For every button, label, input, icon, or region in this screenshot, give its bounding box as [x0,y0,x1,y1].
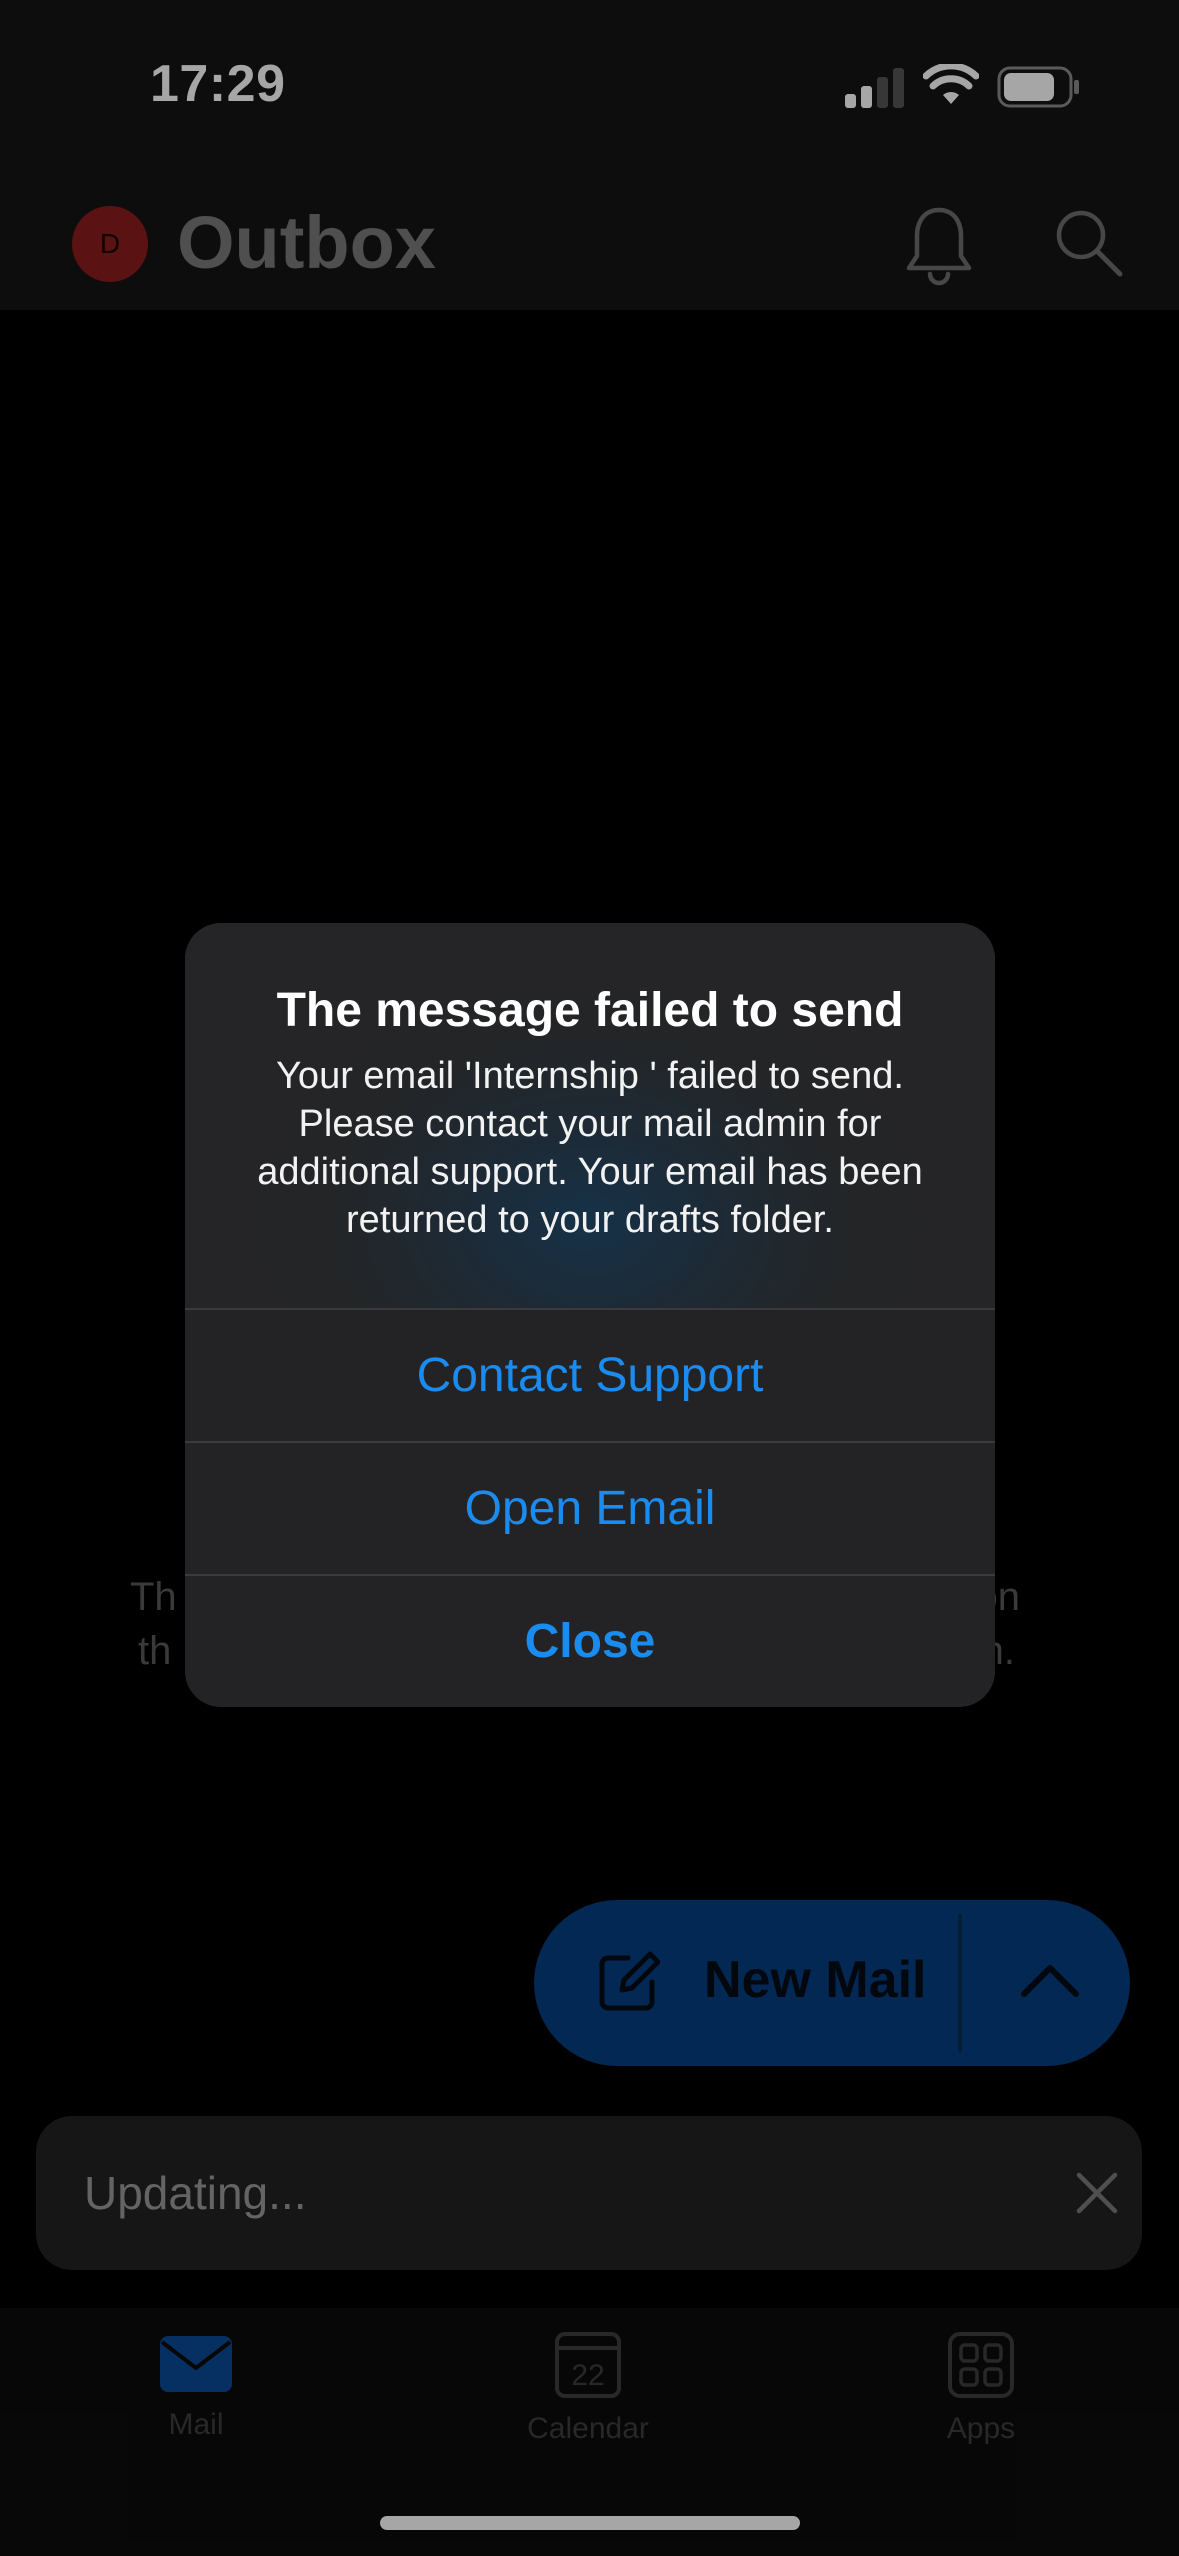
alert-title: The message failed to send [276,984,904,1037]
alert-message: Your email 'Internship ' failed to send.… [257,1055,923,1241]
close-button[interactable]: Close [185,1574,995,1707]
alert-content: The message failed to send Your email 'I… [185,923,995,1308]
send-failed-alert: The message failed to send Your email 'I… [185,923,995,1707]
screen: 17:29 D Outbox Th on th n. New Mail Upda… [0,0,1179,2556]
open-email-button[interactable]: Open Email [185,1441,995,1574]
contact-support-button[interactable]: Contact Support [185,1308,995,1441]
